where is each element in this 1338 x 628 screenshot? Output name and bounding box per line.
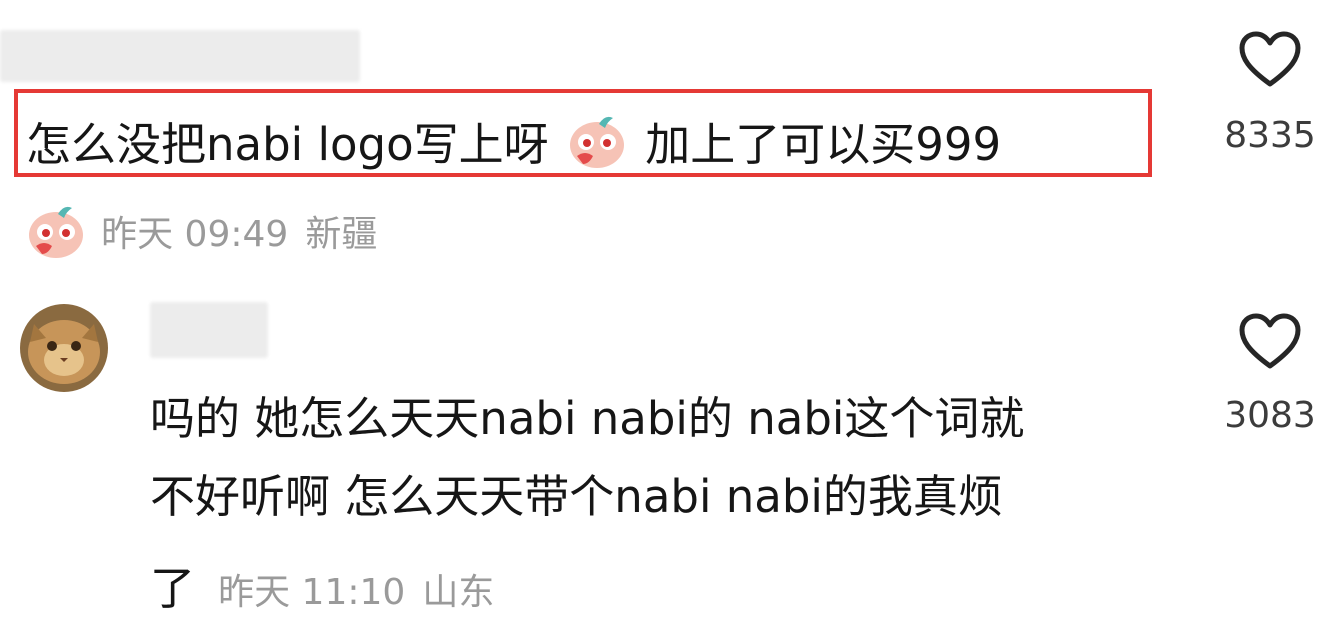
heart-outline-icon[interactable] (1238, 30, 1302, 88)
comment-1-time: 昨天 09:49 (101, 214, 289, 255)
comment-2-location: 山东 (422, 572, 495, 613)
username-blurred[interactable] (150, 302, 268, 358)
like-count-1: 8335 (1224, 115, 1316, 156)
blushing-face-sticker-small (26, 202, 86, 264)
cat-avatar[interactable] (20, 304, 108, 392)
username-blurred[interactable] (0, 30, 360, 82)
blushing-face-sticker (567, 112, 627, 177)
comment-1-text: 怎么没把nabi logo写上呀 加上了可以买999 (26, 112, 1001, 177)
comment-1-location: 新疆 (305, 214, 378, 255)
comment-2-text: 吗的 她怎么天天nabi nabi的 nabi这个词就 不好听啊 怎么天天带个n… (150, 396, 1024, 550)
comment-2-meta: 了 昨天 11:10 山东 (150, 566, 494, 611)
comment-2-time: 昨天 11:10 (218, 572, 406, 613)
comment-1-meta: 昨天 09:49 新疆 (26, 202, 377, 264)
comment-2-line-2: 不好听啊 怎么天天带个nabi nabi的我真烦 (150, 470, 1003, 523)
comment-1-text-part2: 加上了可以买999 (645, 118, 1002, 171)
heart-outline-icon[interactable] (1238, 312, 1302, 370)
comment-2-line-3: 了 (150, 562, 196, 615)
like-count-2: 3083 (1224, 395, 1316, 436)
comment-1-text-part1: 怎么没把nabi logo写上呀 (26, 118, 549, 171)
comment-2-line-1: 吗的 她怎么天天nabi nabi的 nabi这个词就 (150, 392, 1025, 445)
